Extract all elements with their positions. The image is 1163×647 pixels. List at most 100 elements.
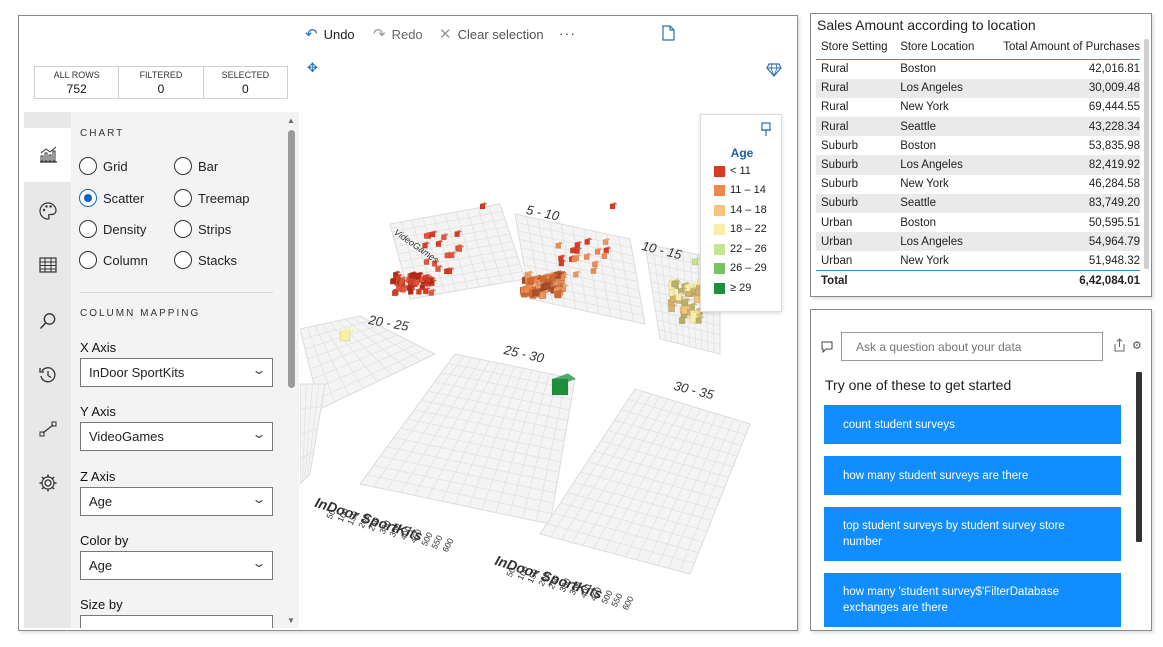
table-row[interactable]: Suburb Seattle 83,749.20	[816, 193, 1140, 213]
radio-circle[interactable]	[79, 251, 97, 269]
radio-label: Column	[103, 252, 148, 268]
legend-item[interactable]: 26 – 29	[714, 262, 767, 274]
radio-strips[interactable]: Strips	[174, 220, 231, 238]
table-row[interactable]: Suburb Boston 53,835.98	[816, 136, 1140, 156]
table-cell: Rural	[816, 78, 896, 98]
chevron-down-icon: ⌄	[251, 427, 267, 441]
table-row[interactable]: Suburb New York 46,284.58	[816, 174, 1140, 194]
radio-scatter[interactable]: Scatter	[79, 189, 144, 207]
radio-bar[interactable]: Bar	[174, 157, 218, 175]
gear-icon[interactable]: ⚙	[1132, 339, 1142, 352]
palette-icon[interactable]	[24, 184, 71, 238]
table-cell: Urban	[816, 213, 896, 233]
legend-label: < 11	[730, 165, 751, 177]
column-header[interactable]: Store Location	[895, 37, 983, 60]
history-icon[interactable]	[24, 348, 71, 402]
redo-button[interactable]: ↷ Redo	[373, 25, 423, 43]
redo-icon: ↷	[373, 26, 386, 43]
panel-scrollbar-thumb[interactable]	[288, 130, 295, 388]
legend-item[interactable]: < 11	[714, 165, 751, 177]
size-by-label: Size by	[80, 597, 123, 612]
legend-item[interactable]: 18 – 22	[714, 223, 767, 235]
transition-icon[interactable]	[24, 402, 71, 456]
x-axis-select[interactable]: InDoor SportKits ⌄	[80, 358, 273, 387]
count-label: ALL ROWS	[53, 70, 100, 80]
chart-icon[interactable]	[24, 128, 71, 182]
total-value: 6,42,084.01	[982, 270, 1140, 291]
undo-button[interactable]: ↶ Undo	[305, 25, 355, 43]
radio-circle[interactable]	[174, 189, 192, 207]
table-row[interactable]: Urban New York 51,948.32	[816, 251, 1140, 271]
z-axis-select[interactable]: Age ⌄	[80, 487, 273, 516]
qa-suggestion-button[interactable]: how many student surveys are there	[824, 456, 1121, 495]
legend-label: 11 – 14	[730, 184, 766, 196]
qa-question-input[interactable]: Ask a question about your data	[841, 332, 1103, 361]
document-icon[interactable]	[662, 25, 675, 41]
column-header[interactable]: Store Setting	[816, 37, 896, 60]
radio-circle[interactable]	[79, 157, 97, 175]
table-row[interactable]: Rural Boston 42,016.81	[816, 59, 1140, 79]
chart-section-title: CHART	[80, 128, 125, 139]
legend-swatch	[714, 262, 725, 274]
count-value: 0	[241, 82, 249, 96]
table-row[interactable]: Rural Seattle 43,228.34	[816, 117, 1140, 137]
table-body: Rural Boston 42,016.81 Rural Los Angeles 30,0…	[816, 59, 1140, 291]
radio-density[interactable]: Density	[79, 220, 146, 238]
table-row[interactable]: Urban Boston 50,595.51	[816, 213, 1140, 233]
legend-item[interactable]: 22 – 26	[714, 243, 767, 255]
scroll-down-arrow[interactable]: ▼	[287, 616, 295, 625]
color-by-select[interactable]: Age ⌄	[80, 551, 273, 580]
radio-grid[interactable]: Grid	[79, 157, 128, 175]
table-icon[interactable]	[24, 238, 71, 292]
gear-icon[interactable]	[24, 456, 71, 510]
count-filtered[interactable]: FILTERED 0	[119, 67, 204, 98]
more-options-button[interactable]: ···	[559, 25, 576, 41]
radio-circle[interactable]	[174, 251, 192, 269]
legend-item[interactable]: ≥ 29	[714, 282, 751, 294]
qa-suggestion-button[interactable]: how many 'student survey$'FilterDatabase…	[824, 573, 1121, 627]
table-row[interactable]: Urban Los Angeles 54,964.79	[816, 232, 1140, 252]
qa-prompt-text: Try one of these to get started	[825, 377, 1012, 393]
count-value: 752	[66, 82, 87, 96]
qa-suggestion-button[interactable]: count student surveys	[824, 405, 1121, 444]
column-header[interactable]: Total Amount of Purchases	[982, 37, 1140, 60]
search-icon[interactable]	[24, 294, 71, 348]
diamond-icon[interactable]	[766, 63, 782, 80]
count-all-rows[interactable]: ALL ROWS 752	[35, 67, 120, 98]
radio-circle-selected[interactable]	[79, 189, 97, 207]
pin-icon[interactable]	[760, 122, 772, 140]
qa-suggestion-button[interactable]: top student surveys by student survey st…	[824, 507, 1121, 561]
radio-circle[interactable]	[174, 157, 192, 175]
table-row[interactable]: Rural New York 69,444.55	[816, 97, 1140, 118]
table-cell: 83,749.20	[982, 193, 1140, 213]
share-icon[interactable]	[1112, 338, 1127, 356]
chevron-down-icon: ⌄	[251, 363, 267, 377]
table-cell: 54,964.79	[982, 232, 1140, 252]
legend-item[interactable]: 11 – 14	[714, 184, 766, 196]
radio-column[interactable]: Column	[79, 251, 148, 269]
table-cell: Urban	[816, 232, 896, 252]
table-cell: New York	[895, 174, 983, 194]
column-mapping-title: COLUMN MAPPING	[80, 308, 201, 319]
legend-label: 18 – 22	[730, 223, 767, 235]
scroll-up-arrow[interactable]: ▲	[287, 116, 295, 125]
clear-selection-button[interactable]: ✕ Clear selection	[439, 25, 544, 43]
undo-label: Undo	[323, 26, 355, 42]
radio-treemap[interactable]: Treemap	[174, 189, 250, 207]
size-by-select[interactable]	[80, 615, 273, 628]
move-icon[interactable]: ✥	[307, 60, 318, 76]
radio-stacks[interactable]: Stacks	[174, 251, 237, 269]
table-scrollbar[interactable]	[1144, 39, 1149, 269]
data-cube	[609, 202, 618, 210]
table-row[interactable]: Suburb Los Angeles 82,419.92	[816, 155, 1140, 175]
legend-item[interactable]: 14 – 18	[714, 204, 767, 216]
qa-scrollbar[interactable]	[1136, 372, 1142, 542]
table-cell: Los Angeles	[895, 155, 983, 175]
count-selected[interactable]: SELECTED 0	[204, 67, 287, 98]
table-row[interactable]: Rural Los Angeles 30,009.48	[816, 78, 1140, 98]
radio-circle[interactable]	[174, 220, 192, 238]
y-axis-select[interactable]: VideoGames ⌄	[80, 422, 273, 451]
sidebar-rail	[24, 112, 71, 628]
radio-label: Density	[103, 221, 147, 237]
radio-circle[interactable]	[79, 220, 97, 238]
